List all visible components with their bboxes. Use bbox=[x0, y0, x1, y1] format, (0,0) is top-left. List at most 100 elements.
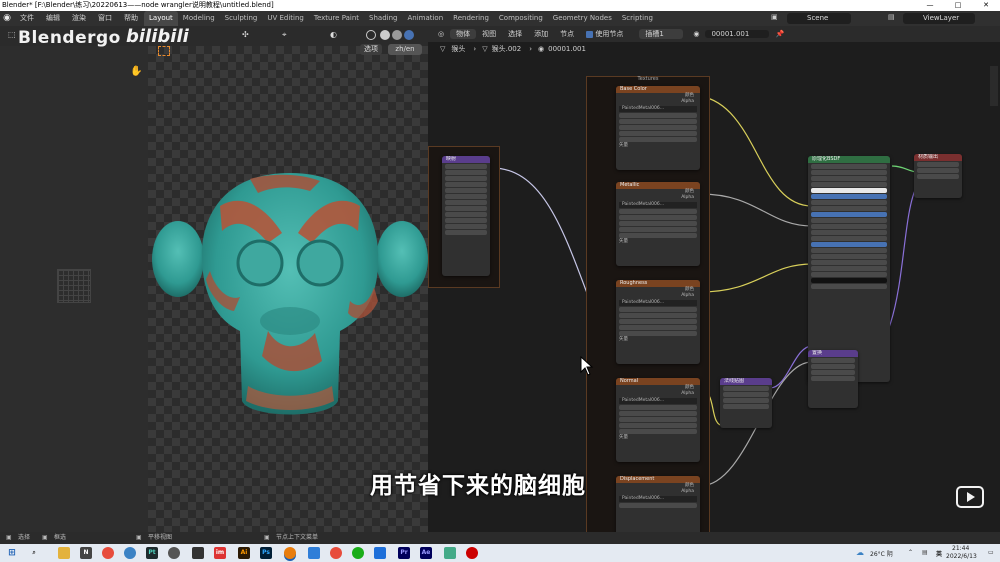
node-field[interactable] bbox=[811, 364, 855, 369]
app-icon[interactable] bbox=[192, 547, 204, 559]
menu-render[interactable]: 渲染 bbox=[66, 11, 92, 26]
projection-dropdown[interactable] bbox=[619, 411, 697, 416]
shading-render-button[interactable] bbox=[404, 30, 414, 40]
suzanne-model[interactable] bbox=[150, 151, 428, 441]
image-texture-node[interactable]: Normal 颜色 Alpha PaintedMetal006... 矢量 bbox=[616, 378, 700, 462]
tab-uv-editing[interactable]: UV Editing bbox=[262, 11, 309, 26]
meeting-icon[interactable] bbox=[374, 547, 386, 559]
tab-scripting[interactable]: Scripting bbox=[617, 11, 658, 26]
extension-dropdown[interactable] bbox=[619, 417, 697, 422]
image-field[interactable]: PaintedMetal006... bbox=[619, 106, 697, 112]
tab-texture-paint[interactable]: Texture Paint bbox=[309, 11, 364, 26]
node-field[interactable] bbox=[445, 182, 487, 187]
node-field[interactable] bbox=[445, 230, 487, 235]
shading-material-button[interactable] bbox=[392, 30, 402, 40]
chrome-icon[interactable] bbox=[102, 547, 114, 559]
node-field[interactable] bbox=[811, 230, 887, 235]
close-button[interactable]: ✕ bbox=[974, 0, 998, 11]
node-field[interactable] bbox=[811, 284, 887, 289]
node-field[interactable] bbox=[811, 194, 887, 199]
interpolation-dropdown[interactable] bbox=[619, 405, 697, 410]
projection-dropdown[interactable] bbox=[619, 313, 697, 318]
node-field[interactable] bbox=[445, 164, 487, 169]
colorspace-dropdown[interactable] bbox=[619, 233, 697, 238]
record-icon[interactable] bbox=[466, 547, 478, 559]
tray-arrow-icon[interactable]: ⌃ bbox=[908, 549, 913, 556]
node-field[interactable] bbox=[811, 376, 855, 381]
chrome-icon[interactable] bbox=[330, 547, 342, 559]
node-field[interactable] bbox=[445, 218, 487, 223]
options-dropdown[interactable]: 选项 bbox=[360, 44, 382, 55]
windows-start-icon[interactable]: ⊞ bbox=[6, 547, 18, 559]
menu-edit[interactable]: 编辑 bbox=[40, 11, 66, 26]
node-field[interactable] bbox=[445, 176, 487, 181]
substance-painter-icon[interactable]: Pt bbox=[146, 547, 158, 559]
node-field[interactable] bbox=[811, 170, 887, 175]
image-field[interactable]: PaintedMetal006... bbox=[619, 202, 697, 208]
edge-icon[interactable] bbox=[308, 547, 320, 559]
interpolation-dropdown[interactable] bbox=[619, 113, 697, 118]
node-field[interactable] bbox=[811, 206, 887, 211]
shading-wire-button[interactable] bbox=[366, 30, 376, 40]
interpolation-dropdown[interactable] bbox=[619, 307, 697, 312]
node-field[interactable] bbox=[811, 218, 887, 223]
colorspace-dropdown[interactable] bbox=[619, 137, 697, 142]
blender-logo-icon[interactable]: ◉ bbox=[0, 11, 14, 26]
clock-time[interactable]: 21:44 bbox=[952, 545, 969, 552]
search-icon[interactable]: ⌕ bbox=[28, 547, 40, 559]
node-field[interactable] bbox=[811, 278, 887, 283]
image-texture-node[interactable]: Base Color 颜色 Alpha PaintedMetal006... 矢… bbox=[616, 86, 700, 170]
illustrator-icon[interactable]: Ai bbox=[238, 547, 250, 559]
extension-dropdown[interactable] bbox=[619, 125, 697, 130]
node-field[interactable] bbox=[445, 170, 487, 175]
shading-solid-button[interactable] bbox=[380, 30, 390, 40]
node-field[interactable] bbox=[811, 266, 887, 271]
sidebar-toggle-tabs[interactable] bbox=[990, 66, 998, 106]
node-field[interactable] bbox=[917, 174, 959, 179]
node-field[interactable] bbox=[445, 224, 487, 229]
view-layer-selector[interactable]: ViewLayer bbox=[903, 13, 975, 24]
tab-sculpting[interactable]: Sculpting bbox=[220, 11, 263, 26]
weather-text[interactable]: 26°C 阴 bbox=[870, 549, 893, 558]
netease-icon[interactable]: im bbox=[214, 547, 226, 559]
scene-selector[interactable]: Scene bbox=[787, 13, 851, 24]
interpolation-dropdown[interactable] bbox=[619, 209, 697, 214]
maximize-button[interactable]: □ bbox=[946, 0, 970, 11]
node-field[interactable] bbox=[811, 254, 887, 259]
node-field[interactable] bbox=[445, 194, 487, 199]
notification-icon[interactable]: ▭ bbox=[988, 549, 994, 556]
normal-map-node[interactable]: 法线贴图 bbox=[720, 378, 772, 428]
feather-icon[interactable] bbox=[444, 547, 456, 559]
projection-dropdown[interactable] bbox=[619, 215, 697, 220]
principled-bsdf-node[interactable]: 原理化BSDF bbox=[808, 156, 890, 382]
image-field[interactable]: PaintedMetal006... bbox=[619, 496, 697, 502]
notion-icon[interactable]: N bbox=[80, 547, 92, 559]
tab-animation[interactable]: Animation bbox=[402, 11, 448, 26]
select-box-icon[interactable] bbox=[158, 46, 170, 56]
node-field[interactable] bbox=[811, 176, 887, 181]
node-field[interactable] bbox=[811, 260, 887, 265]
node-field[interactable] bbox=[917, 162, 959, 167]
node-field[interactable] bbox=[723, 404, 769, 409]
node-field[interactable] bbox=[811, 358, 855, 363]
file-explorer-icon[interactable] bbox=[58, 547, 70, 559]
source-dropdown[interactable] bbox=[619, 227, 697, 232]
overlay-icon[interactable]: ◐ bbox=[330, 30, 337, 39]
viewport-3d[interactable]: ⬚ ✣ ⌖ ◐ Blendergo bilibili ✋ 选项 zh/en bbox=[0, 26, 428, 532]
node-field[interactable] bbox=[811, 200, 887, 205]
displacement-node[interactable]: 置换 bbox=[808, 350, 858, 408]
node-field[interactable] bbox=[445, 200, 487, 205]
image-field[interactable]: PaintedMetal006... bbox=[619, 398, 697, 404]
tab-shading[interactable]: Shading bbox=[364, 11, 402, 26]
premiere-icon[interactable]: Pr bbox=[398, 547, 410, 559]
image-texture-node[interactable]: Metallic 颜色 Alpha PaintedMetal006... 矢量 bbox=[616, 182, 700, 266]
interpolation-dropdown[interactable] bbox=[619, 503, 697, 508]
node-field[interactable] bbox=[445, 188, 487, 193]
source-dropdown[interactable] bbox=[619, 325, 697, 330]
mapping-node[interactable]: 映射 bbox=[442, 156, 490, 276]
network-icon[interactable]: ▤ bbox=[922, 549, 928, 556]
tab-layout[interactable]: Layout bbox=[144, 11, 178, 26]
node-field[interactable] bbox=[445, 206, 487, 211]
node-field[interactable] bbox=[811, 188, 887, 193]
colorspace-dropdown[interactable] bbox=[619, 429, 697, 434]
